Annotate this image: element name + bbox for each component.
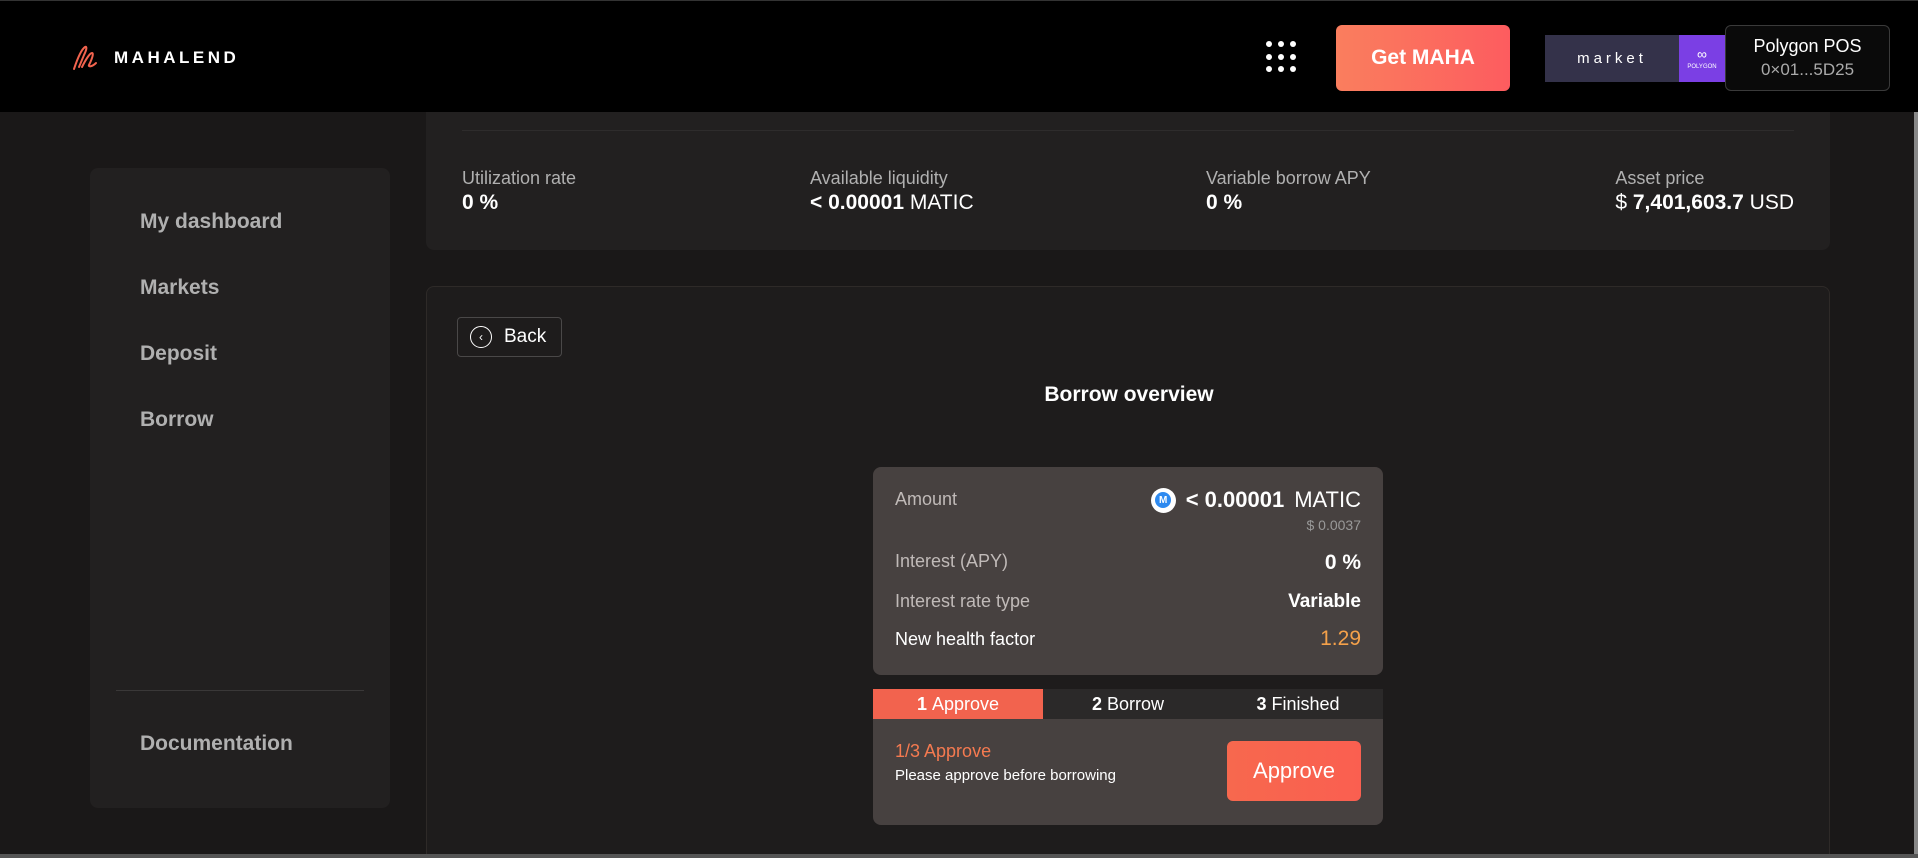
sidebar-item-borrow[interactable]: Borrow [140, 408, 214, 432]
matic-token-icon: M [1150, 487, 1176, 513]
rate-type-label: Interest rate type [895, 591, 1031, 611]
stat-value: 0 % [1206, 191, 1243, 214]
network-name: Polygon POS [1753, 36, 1862, 56]
stat-label: Utilization rate [462, 168, 577, 188]
step-finished[interactable]: 3 Finished [1213, 689, 1383, 719]
health-factor-value: 1.29 [1320, 627, 1361, 650]
top-header: MAHALEND Get MAHA market ∞ POLYGON Polyg… [0, 0, 1918, 112]
stat-available-liquidity: Available liquidity < 0.00001 MATIC [810, 168, 974, 215]
stat-label: Available liquidity [810, 168, 948, 188]
stats-divider [462, 130, 1794, 131]
amount-label: Amount [895, 489, 958, 509]
window-bottom-edge [0, 854, 1918, 858]
stat-value: $ 7,401,603.7 USD [1615, 191, 1794, 214]
step-approve[interactable]: 1 Approve [873, 689, 1043, 719]
sidebar-item-documentation[interactable]: Documentation [140, 732, 293, 756]
approve-button[interactable]: Approve [1227, 741, 1361, 801]
scrollbar[interactable] [1914, 112, 1918, 858]
back-button[interactable]: ‹ Back [457, 317, 562, 357]
polygon-badge: ∞ POLYGON [1679, 35, 1725, 82]
polygon-icon: ∞ [1697, 45, 1707, 62]
polygon-badge-text: POLYGON [1687, 63, 1717, 70]
stat-value: < 0.00001 MATIC [810, 191, 974, 214]
get-maha-button[interactable]: Get MAHA [1336, 25, 1510, 91]
stat-variable-borrow-apy: Variable borrow APY 0 % [1206, 168, 1371, 215]
borrow-summary-card: Amount M < 0.00001 MATIC $ 0.0037 Intere… [873, 467, 1383, 675]
stat-utilization: Utilization rate 0 % [462, 168, 576, 215]
sidebar-item-deposit[interactable]: Deposit [140, 342, 217, 366]
sidebar-divider [116, 690, 364, 691]
borrow-panel: ‹ Back Borrow overview Amount M < 0.0000… [426, 286, 1830, 858]
page-title: Borrow overview [1044, 383, 1214, 406]
mahalend-logo-icon [73, 45, 97, 70]
sidebar-item-markets[interactable]: Markets [140, 276, 219, 300]
stat-value: 0 % [462, 191, 499, 214]
reserve-stats-panel: Utilization rate 0 % Available liquidity… [426, 112, 1830, 250]
interest-value: 0 % [1324, 551, 1361, 574]
wallet-address: 0×01...5D25 [1760, 60, 1855, 79]
stat-label: Asset price [1615, 168, 1705, 188]
step-action-panel: 1/3 Approve Please approve before borrow… [873, 719, 1383, 825]
step-borrow[interactable]: 2 Borrow [1043, 689, 1213, 719]
step-description: Please approve before borrowing [895, 767, 1116, 784]
rate-type-value: Variable [1288, 591, 1361, 612]
apps-grid-icon[interactable] [1266, 41, 1298, 73]
sidebar: My dashboard Markets Deposit Borrow Docu… [90, 168, 390, 808]
market-label: market [1545, 35, 1679, 82]
network-wallet-button[interactable]: Polygon POS 0×01...5D25 [1725, 25, 1890, 91]
logo-text: MAHALEND [114, 48, 240, 67]
stat-asset-price: Asset price $ 7,401,603.7 USD [1615, 168, 1794, 215]
stat-label: Variable borrow APY [1206, 168, 1371, 188]
step-tabs: 1 Approve 2 Borrow 3 Finished [873, 689, 1383, 719]
health-factor-label: New health factor [895, 629, 1036, 649]
back-label: Back [504, 326, 547, 347]
interest-label: Interest (APY) [895, 551, 1009, 571]
chevron-left-icon: ‹ [470, 326, 492, 348]
logo[interactable]: MAHALEND [70, 43, 239, 73]
step-title: 1/3 Approve [895, 741, 992, 761]
market-selector[interactable]: market ∞ POLYGON [1545, 35, 1725, 82]
amount-value: M < 0.00001 MATIC [1150, 487, 1361, 513]
amount-usd-value: $ 0.0037 [1306, 517, 1362, 533]
sidebar-item-my-dashboard[interactable]: My dashboard [140, 210, 282, 234]
